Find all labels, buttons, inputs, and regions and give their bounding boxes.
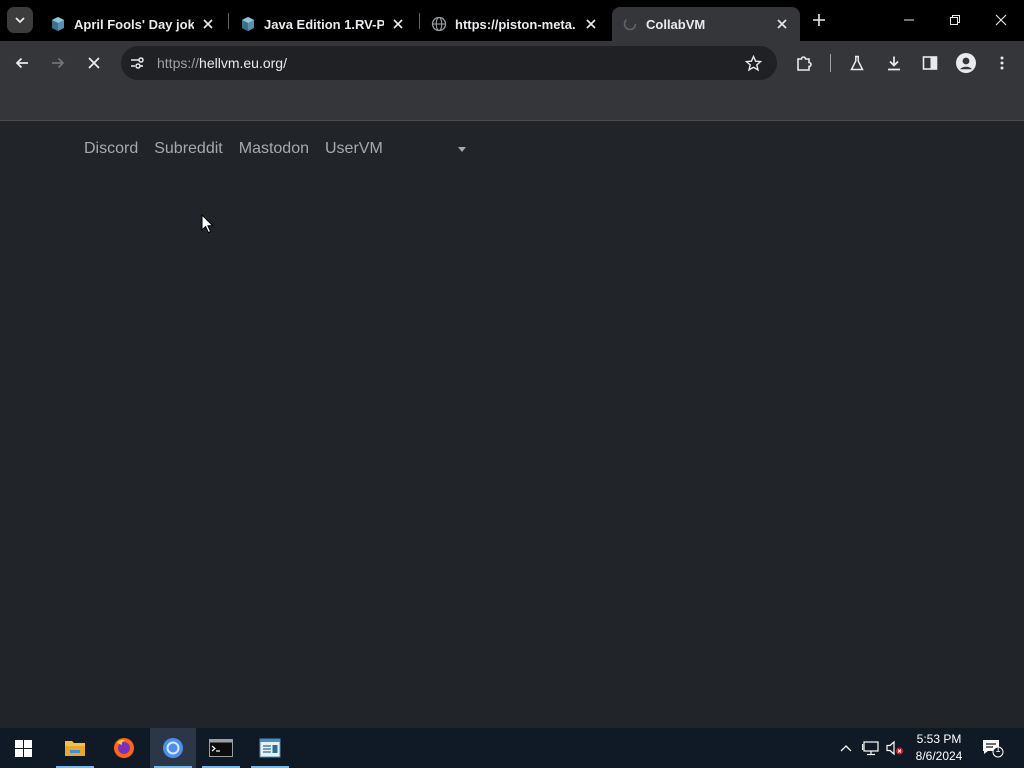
restore-button[interactable] bbox=[932, 0, 978, 40]
stop-loading-button[interactable] bbox=[80, 49, 108, 77]
cube-icon bbox=[242, 17, 254, 31]
volume-muted-icon bbox=[886, 740, 903, 756]
toolbar-divider bbox=[830, 54, 831, 72]
arrow-right-icon bbox=[52, 57, 65, 69]
new-tab-button[interactable] bbox=[808, 9, 830, 31]
more-vertical-icon bbox=[1000, 56, 1004, 70]
folder-icon bbox=[65, 741, 85, 756]
tab-java-edition[interactable]: Java Edition 1.RV-Pre1 bbox=[230, 7, 416, 41]
star-icon[interactable] bbox=[745, 55, 762, 72]
notepad-icon bbox=[259, 738, 281, 758]
tab-collabvm[interactable]: CollabVM bbox=[612, 7, 800, 41]
clock-time: 5:53 PM bbox=[916, 732, 962, 746]
firefox-icon bbox=[114, 738, 134, 758]
tab-title: CollabVM bbox=[646, 16, 706, 32]
volume-tray-button[interactable] bbox=[884, 728, 906, 768]
taskbar-notepad[interactable] bbox=[247, 728, 293, 768]
close-window-button[interactable] bbox=[978, 0, 1024, 40]
network-icon bbox=[862, 741, 879, 756]
chrome-icon bbox=[163, 738, 183, 758]
nav-link-subreddit[interactable]: Subreddit bbox=[154, 140, 223, 158]
profile-button[interactable] bbox=[952, 49, 980, 77]
puzzle-icon bbox=[797, 56, 812, 71]
taskbar-chrome[interactable] bbox=[150, 728, 196, 768]
url-scheme: https:// bbox=[157, 55, 200, 71]
close-icon bbox=[995, 14, 1007, 26]
close-icon[interactable] bbox=[583, 16, 599, 32]
menu-button[interactable] bbox=[988, 49, 1016, 77]
tab-title: April Fools' Day jokes bbox=[74, 16, 194, 32]
close-icon[interactable] bbox=[774, 16, 790, 32]
extensions-button[interactable] bbox=[790, 49, 818, 77]
windows-taskbar: 5:53 PM 8/6/2024 1 bbox=[0, 728, 1024, 768]
show-hidden-icons-button[interactable] bbox=[836, 728, 856, 768]
terminal-icon bbox=[209, 739, 233, 757]
taskbar-terminal[interactable] bbox=[198, 728, 244, 768]
close-icon[interactable] bbox=[390, 16, 406, 32]
site-nav: Discord Subreddit Mastodon UserVM bbox=[84, 140, 466, 158]
tab-divider bbox=[228, 13, 229, 29]
url-text: https://hellvm.eu.org/ bbox=[157, 55, 287, 71]
back-button[interactable] bbox=[8, 49, 36, 77]
tab-april-fools[interactable]: April Fools' Day jokes bbox=[40, 7, 226, 41]
tab-piston-meta[interactable]: https://piston-meta.m bbox=[421, 7, 609, 41]
taskbar-file-explorer[interactable] bbox=[52, 728, 98, 768]
plus-icon bbox=[813, 14, 825, 26]
labs-button[interactable] bbox=[843, 49, 871, 77]
taskbar-firefox[interactable] bbox=[101, 728, 147, 768]
clock-date: 8/6/2024 bbox=[915, 749, 963, 763]
globe-icon bbox=[431, 16, 447, 32]
close-icon bbox=[88, 57, 100, 69]
action-center-button[interactable]: 1 bbox=[980, 728, 1006, 768]
mouse-cursor-icon bbox=[201, 214, 215, 234]
url-host: hellvm.eu.org/ bbox=[199, 55, 287, 71]
side-panel-icon bbox=[922, 56, 938, 70]
restore-icon bbox=[950, 15, 960, 25]
close-icon[interactable] bbox=[200, 16, 216, 32]
forward-button[interactable] bbox=[44, 49, 72, 77]
downloads-button[interactable] bbox=[880, 49, 908, 77]
notification-count-badge: 1 bbox=[995, 744, 1001, 754]
flask-icon bbox=[850, 55, 864, 71]
network-tray-button[interactable] bbox=[860, 728, 882, 768]
tab-title: Java Edition 1.RV-Pre1 bbox=[264, 16, 384, 32]
nav-link-uservm[interactable]: UserVM bbox=[325, 140, 383, 158]
chevron-down-icon bbox=[15, 17, 25, 24]
page-content: Discord Subreddit Mastodon UserVM bbox=[0, 121, 1024, 728]
bookmarks-bar bbox=[0, 85, 1024, 121]
chevron-up-icon bbox=[840, 745, 852, 752]
avatar-icon bbox=[956, 53, 976, 73]
windows-logo-icon bbox=[14, 739, 32, 757]
cube-icon bbox=[52, 17, 64, 31]
tab-strip: April Fools' Day jokes Java Edition 1.RV… bbox=[0, 0, 1024, 41]
address-bar[interactable]: https://hellvm.eu.org/ bbox=[121, 46, 777, 80]
download-icon bbox=[888, 56, 900, 71]
tab-divider bbox=[419, 13, 420, 29]
side-panel-button[interactable] bbox=[916, 49, 944, 77]
caret-down-icon[interactable] bbox=[457, 146, 466, 152]
minimize-button[interactable] bbox=[886, 0, 932, 40]
tab-search-button[interactable] bbox=[7, 7, 33, 33]
arrow-left-icon bbox=[15, 57, 28, 69]
browser-toolbar: https://hellvm.eu.org/ bbox=[0, 41, 1024, 85]
loading-spinner-icon bbox=[623, 17, 637, 31]
start-button[interactable] bbox=[0, 728, 46, 768]
site-settings-icon[interactable] bbox=[129, 55, 145, 71]
system-clock[interactable]: 5:53 PM 8/6/2024 bbox=[905, 731, 973, 765]
nav-link-mastodon[interactable]: Mastodon bbox=[239, 140, 309, 158]
tab-title: https://piston-meta.m bbox=[455, 16, 575, 32]
minimize-icon bbox=[904, 19, 914, 21]
nav-link-discord[interactable]: Discord bbox=[84, 140, 138, 158]
